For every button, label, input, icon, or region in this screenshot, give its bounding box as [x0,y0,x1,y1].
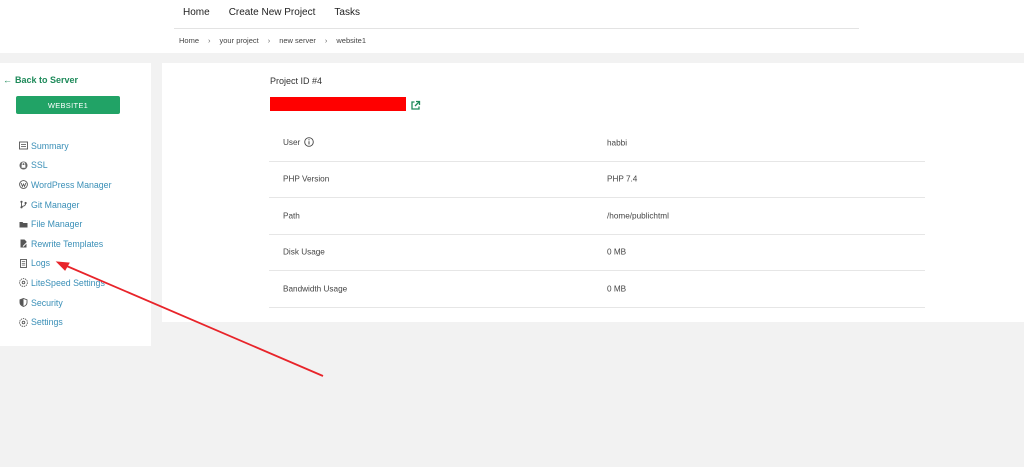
gear-icon [19,317,28,327]
sidebar-item-security[interactable]: Security [19,293,112,313]
info-circle-icon[interactable] [304,136,315,149]
top-bar: Home Create New Project Tasks Home › you… [0,0,1024,53]
document-icon [19,258,28,268]
list-icon [19,141,28,150]
sidebar-item-label: Security [31,297,63,308]
sidebar-item-git-manager[interactable]: Git Manager [19,195,112,215]
sidebar-item-ssl[interactable]: SSL [19,156,112,176]
row-label-php-version: PHP Version [283,174,330,184]
row-value-disk-usage: 0 MB [607,247,627,257]
lock-icon [19,161,28,170]
git-branch-icon [19,200,28,209]
project-id: Project ID #4 [270,76,323,86]
table-row: PHP Version PHP 7.4 [269,162,925,198]
table-row: Disk Usage 0 MB [269,235,925,271]
chevron-right-icon: › [208,36,211,45]
sidebar-item-label: Rewrite Templates [31,238,104,249]
sidebar-item-settings[interactable]: Settings [19,312,112,332]
row-label-user: User [283,138,301,148]
chevron-right-icon: › [267,36,271,45]
row-value-bandwidth-usage: 0 MB [607,284,627,294]
sidebar-item-label: Summary [31,140,69,151]
sidebar: ← Back to Server WEBSITE1 Summary SSL Wo… [0,63,151,346]
website-badge[interactable]: WEBSITE1 [16,96,120,114]
main-panel: Project ID #4 User habbi PHP Version PHP… [162,63,1024,322]
sidebar-item-file-manager[interactable]: File Manager [19,214,112,234]
sidebar-item-label: Settings [31,317,63,328]
sidebar-item-label: LiteSpeed Settings [31,277,105,288]
sidebar-item-wordpress-manager[interactable]: WordPress Manager [19,175,112,195]
sidebar-item-litespeed-settings[interactable]: LiteSpeed Settings [19,273,112,293]
sidebar-item-label: File Manager [31,219,83,230]
row-label-disk-usage: Disk Usage [283,247,325,257]
folder-icon [19,220,28,229]
table-row: Bandwidth Usage 0 MB [269,271,925,308]
external-link-icon[interactable] [410,98,421,110]
row-label-bandwidth-usage: Bandwidth Usage [283,284,348,294]
sidebar-item-summary[interactable]: Summary [19,136,112,156]
breadcrumb-server[interactable]: new server [279,36,316,45]
sidebar-item-label: WordPress Manager [31,179,112,190]
chevron-right-icon: › [324,36,328,45]
sidebar-item-label: Logs [31,258,51,269]
shield-icon [19,298,28,308]
sidebar-item-label: SSL [31,160,48,171]
nav-home[interactable]: Home [183,7,210,18]
back-to-server-link[interactable]: ← Back to Server [3,75,78,85]
nav-divider [174,28,859,29]
nav-tasks[interactable]: Tasks [334,7,360,18]
sidebar-item-rewrite-templates[interactable]: Rewrite Templates [19,234,112,254]
redacted-domain [270,97,406,111]
row-value-path: /home/publichtml [607,211,669,221]
breadcrumb-project[interactable]: your project [220,36,259,45]
gear-icon [19,278,28,288]
table-row: Path /home/publichtml [269,198,925,235]
nav-create-new-project[interactable]: Create New Project [229,7,316,18]
sidebar-item-label: Git Manager [31,199,80,210]
row-label-path: Path [283,211,300,221]
info-table: User habbi PHP Version PHP 7.4 Path /hom… [269,125,925,308]
arrow-left-icon: ← [3,75,12,85]
sidebar-menu: Summary SSL WordPress Manager Git Manage… [19,136,112,332]
sidebar-item-logs[interactable]: Logs [19,254,112,274]
wordpress-icon [19,180,28,190]
back-to-server-label: Back to Server [15,75,79,85]
file-edit-icon [19,239,28,248]
table-row: User habbi [269,125,925,162]
breadcrumb-home[interactable]: Home [179,36,199,45]
row-value-user: habbi [607,138,628,148]
row-value-php-version: PHP 7.4 [607,174,638,184]
breadcrumb-website: website1 [336,36,366,45]
breadcrumb: Home › your project › new server › websi… [179,36,366,45]
top-nav: Home Create New Project Tasks [183,7,360,18]
